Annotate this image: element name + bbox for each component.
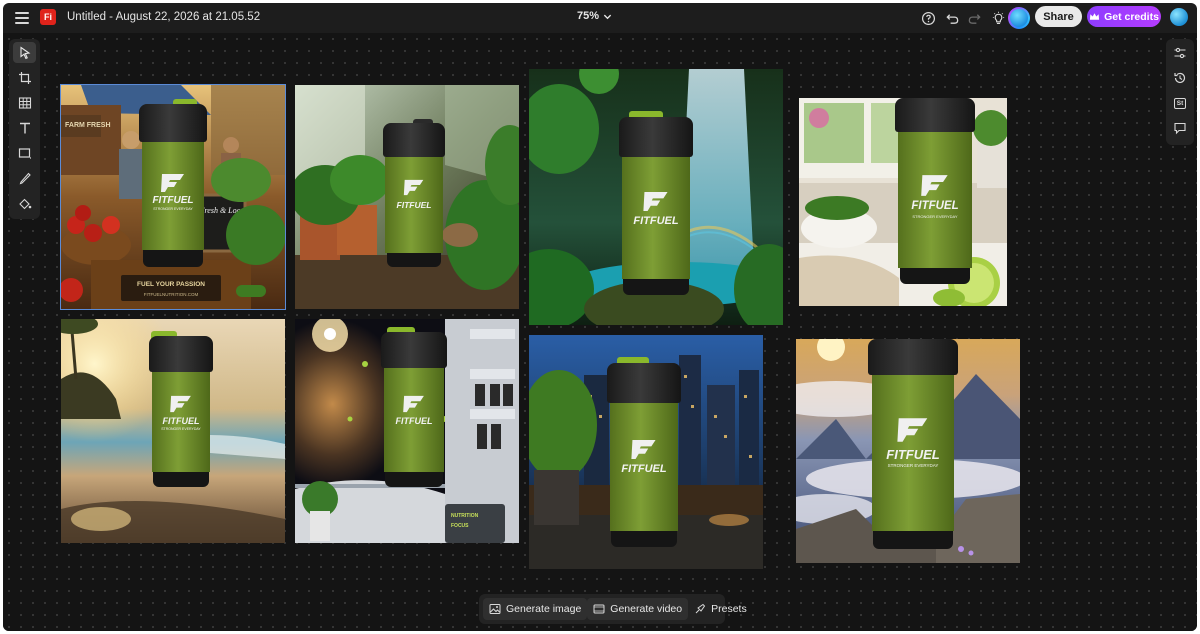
bottle-brand: FITFUEL: [396, 200, 432, 210]
generate-video-label: Generate video: [610, 603, 683, 615]
bottle-tagline: STRONGER EVERYDAY: [887, 463, 939, 468]
crown-icon: [1089, 13, 1100, 20]
canvas-image-city-night[interactable]: FITFUEL: [529, 335, 763, 569]
get-credits-button[interactable]: Get credits: [1087, 6, 1161, 27]
shape-tool-icon[interactable]: [13, 142, 36, 163]
lightbulb-icon[interactable]: [988, 8, 1008, 28]
right-toolbar: St: [1166, 39, 1194, 145]
bottle-brand: FITFUEL: [886, 447, 940, 462]
app-window: Fi Untitled - August 22, 2026 at 21.05.5…: [3, 3, 1197, 631]
image-icon: [489, 604, 501, 614]
pen-tool-icon[interactable]: [13, 167, 36, 188]
canvas-image-greenhouse[interactable]: FITFUEL: [295, 85, 519, 309]
bottle-brand: FITFUEL: [633, 215, 679, 227]
container-label-focus: FOCUS: [451, 523, 469, 529]
text-tool-icon[interactable]: [13, 117, 36, 138]
video-icon: [593, 604, 605, 614]
chevron-down-icon: [603, 14, 612, 19]
shaker-bottle: FITFUEL STRONGER EVERYDAY: [149, 331, 213, 487]
canvas-image-mountain-clouds[interactable]: FITFUEL STRONGER EVERYDAY: [796, 339, 1020, 563]
bottle-tagline: STRONGER EVERYDAY: [161, 427, 201, 431]
presets-label: Presets: [711, 603, 747, 615]
canvas-image-kitchen-window[interactable]: FITFUEL STRONGER EVERYDAY: [799, 98, 1007, 306]
stock-badge: St: [1174, 97, 1186, 109]
bottle-brand: FITFUEL: [152, 195, 194, 206]
container-label-nutrition: NUTRITION: [451, 513, 479, 519]
left-toolbar: [9, 39, 40, 219]
generate-image-button[interactable]: Generate image: [483, 598, 588, 620]
bottom-action-bar: Generate image Generate video Presets: [479, 594, 747, 624]
bottle-brand: FITFUEL: [395, 416, 433, 426]
generate-image-label: Generate image: [506, 603, 582, 615]
help-icon[interactable]: [918, 8, 938, 28]
canvas-image-space-station[interactable]: NUTRITION FOCUS FITFUEL: [295, 319, 519, 543]
undo-icon[interactable]: [942, 8, 962, 28]
bottle-tagline: STRONGER EVERYDAY: [153, 207, 193, 211]
user-avatar[interactable]: [1170, 8, 1188, 26]
zoom-level: 75%: [577, 10, 600, 22]
presets-button[interactable]: Presets: [688, 598, 753, 620]
farm-fresh-sign: FARM FRESH: [65, 122, 111, 129]
bottle-brand: FITFUEL: [621, 463, 667, 475]
stock-icon[interactable]: St: [1169, 93, 1191, 113]
share-button[interactable]: Share: [1035, 6, 1082, 27]
get-credits-label: Get credits: [1104, 10, 1159, 23]
canvas-image-beach-sunset[interactable]: FITFUEL STRONGER EVERYDAY: [61, 319, 285, 543]
hamburger-menu-icon[interactable]: [15, 11, 29, 25]
shaker-bottle: FITFUEL: [383, 119, 445, 267]
document-title[interactable]: Untitled - August 22, 2026 at 21.05.52: [67, 11, 260, 23]
crop-tool-icon[interactable]: [13, 67, 36, 88]
shaker-bottle: FITFUEL: [619, 111, 693, 295]
sign-fuel-passion: FUEL YOUR PASSION: [137, 281, 205, 288]
sign-website: FITFUELNUTRITION.COM: [144, 292, 199, 297]
shaker-bottle: FITFUEL: [607, 357, 681, 547]
grid-tool-icon[interactable]: [13, 92, 36, 113]
fill-tool-icon[interactable]: [13, 192, 36, 213]
bottle-tagline: STRONGER EVERYDAY: [912, 214, 958, 219]
shaker-bottle: FITFUEL: [381, 327, 447, 487]
canvas[interactable]: FUEL YOUR PASSION FITFUELNUTRITION.COM F…: [3, 33, 1197, 631]
shaker-bottle: FITFUEL STRONGER EVERYDAY: [868, 339, 958, 549]
comments-icon[interactable]: [1169, 118, 1191, 138]
profile-avatar[interactable]: [1008, 7, 1030, 29]
redo-icon[interactable]: [964, 8, 984, 28]
generate-video-button[interactable]: Generate video: [587, 598, 689, 620]
app-logo: Fi: [40, 9, 56, 25]
adjustments-icon[interactable]: [1169, 43, 1191, 63]
presets-icon: [695, 603, 706, 614]
shaker-bottle: FITFUEL STRONGER EVERYDAY: [895, 98, 975, 284]
top-bar: Fi Untitled - August 22, 2026 at 21.05.5…: [3, 3, 1197, 33]
bottle-brand: FITFUEL: [911, 200, 959, 212]
canvas-image-jungle-waterfall[interactable]: FITFUEL: [529, 69, 783, 325]
select-tool-icon[interactable]: [13, 42, 36, 63]
canvas-image-farmers-market[interactable]: FUEL YOUR PASSION FITFUELNUTRITION.COM F…: [60, 84, 286, 310]
history-icon[interactable]: [1169, 68, 1191, 88]
bottle-brand: FITFUEL: [162, 416, 200, 426]
zoom-dropdown[interactable]: 75%: [577, 10, 612, 22]
shaker-bottle: FITFUEL STRONGER EVERYDAY: [139, 99, 207, 267]
